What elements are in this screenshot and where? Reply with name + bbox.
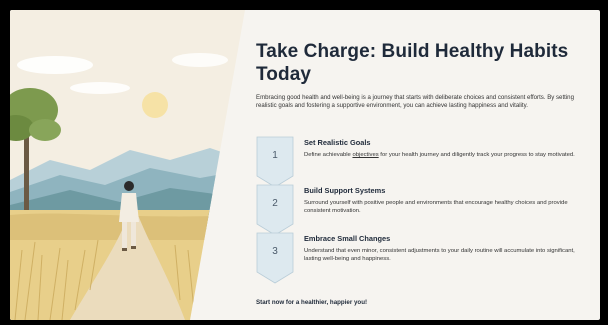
step-desc-part: Define achievable	[304, 152, 353, 158]
content-area: Take Charge: Build Healthy Habits Today …	[256, 40, 586, 111]
step-body: Build Support Systems Surround yourself …	[304, 186, 584, 215]
walking-woman-landscape-image	[10, 10, 245, 320]
step-number: 2	[272, 198, 278, 209]
step-number: 3	[272, 246, 278, 257]
step-title: Set Realistic Goals	[304, 138, 371, 147]
step-arrow-shape	[256, 184, 294, 236]
call-to-action: Start now for a healthier, happier you!	[256, 299, 368, 306]
step-1: 1 Set Realistic Goals Define achievable …	[256, 136, 596, 188]
slide: Take Charge: Build Healthy Habits Today …	[10, 10, 600, 320]
step-number: 1	[272, 150, 278, 161]
step-body: Embrace Small Changes Understand that ev…	[304, 234, 584, 263]
step-2: 2 Build Support Systems Surround yoursel…	[256, 184, 596, 236]
step-arrow-shape	[256, 232, 294, 284]
step-arrow-shape	[256, 136, 294, 188]
step-3: 3 Embrace Small Changes Understand that …	[256, 232, 596, 284]
intro-paragraph: Embracing good health and well-being is …	[256, 94, 574, 110]
page-title: Take Charge: Build Healthy Habits Today	[256, 40, 586, 86]
objectives-link[interactable]: objectives	[352, 152, 378, 158]
title-line-2: Today	[256, 64, 312, 85]
step-title: Embrace Small Changes	[304, 234, 391, 243]
title-line-1: Take Charge: Build Healthy Habits	[256, 41, 569, 62]
steps-list: 1 Set Realistic Goals Define achievable …	[256, 136, 596, 284]
step-body: Set Realistic Goals Define achievable ob…	[304, 138, 584, 159]
step-description: Surround yourself with positive people a…	[304, 200, 568, 214]
step-desc-part: for your health journey and diligently t…	[378, 152, 575, 158]
step-description: Understand that even minor, consistent a…	[304, 248, 575, 262]
illustration	[10, 10, 245, 320]
step-description: Define achievable objectives for your he…	[304, 151, 584, 159]
step-title: Build Support Systems	[304, 186, 386, 195]
